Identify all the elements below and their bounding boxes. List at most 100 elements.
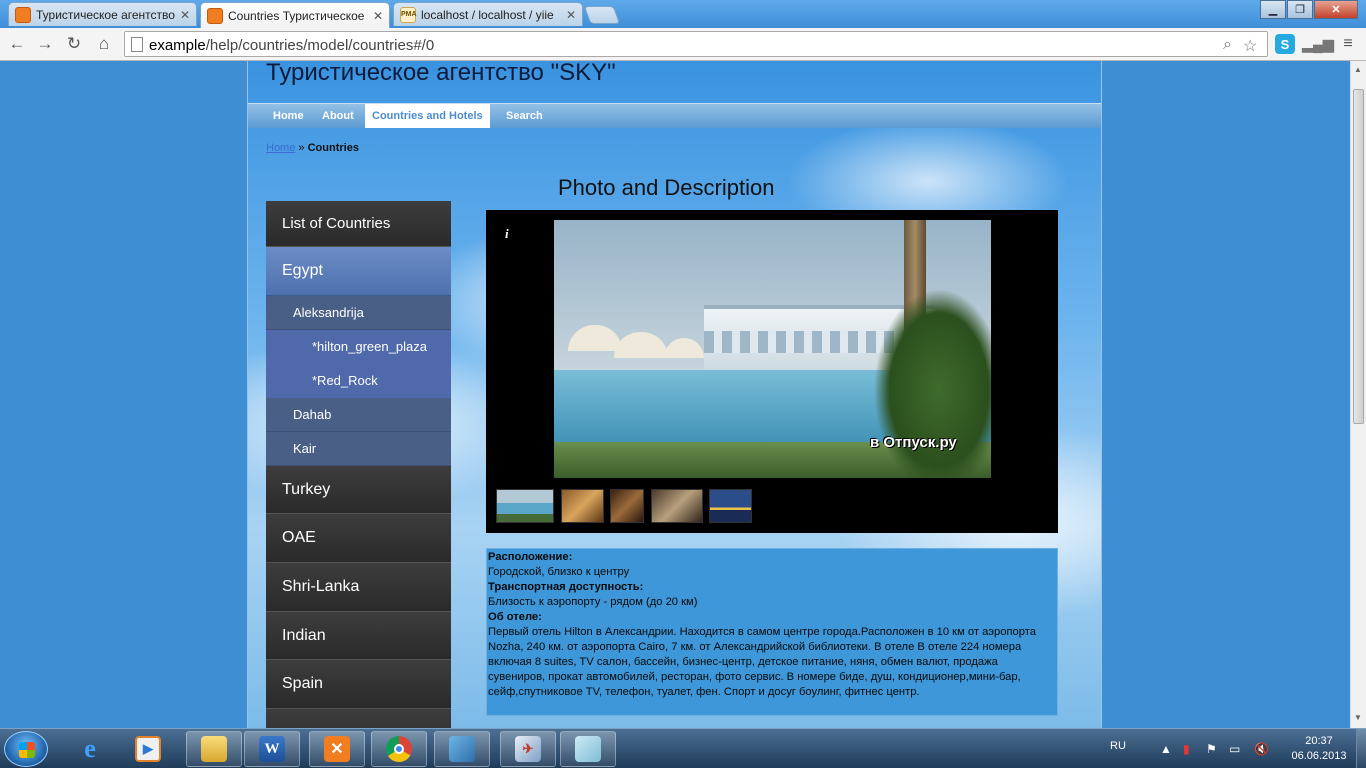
language-indicator[interactable]: RU (1110, 740, 1126, 752)
windows-logo-icon (19, 742, 35, 758)
power-icon[interactable]: ▭ (1229, 742, 1240, 756)
taskbar-chrome[interactable] (371, 731, 427, 767)
ie-icon: e (84, 734, 96, 763)
network-icon[interactable]: ▮ (1183, 742, 1190, 756)
sidebar-item-red-rock[interactable]: *Red_Rock (266, 363, 451, 398)
menu-icon[interactable]: ≡ (1338, 34, 1358, 54)
info-icon[interactable]: i (505, 226, 509, 242)
word-icon: W (259, 736, 285, 762)
gallery-thumbnail[interactable] (561, 489, 604, 523)
breadcrumb: Home » Countries (266, 142, 359, 154)
menu-home[interactable]: Home (266, 104, 311, 128)
hotel-label: Об отеле: (488, 611, 542, 623)
sidebar-item-kair[interactable]: Kair (266, 431, 451, 466)
photo-gallery: i в Отпуск.ру (486, 210, 1058, 533)
tab-phpmyadmin[interactable]: PMA localhost / localhost / yiie ✕ (393, 2, 583, 26)
sidebar-item-dahab[interactable]: Dahab (266, 397, 451, 432)
remote-icon: ✈ (515, 736, 541, 762)
taskbar: e ▶ W ✕ ✈ RU ▲ ▮ ⚑ ▭ 🔇 20:37 06.06.2013 (0, 728, 1366, 768)
tab-title: localhost / localhost / yiie (421, 7, 554, 22)
forward-icon[interactable]: → (34, 33, 56, 55)
taskbar-xampp[interactable]: ✕ (309, 731, 365, 767)
tab-title: Туристическое агентство (36, 7, 175, 22)
sidebar-item-oae[interactable]: OAE (266, 514, 451, 564)
scroll-up-icon[interactable]: ▲ (1354, 65, 1362, 74)
reload-icon[interactable]: ↻ (63, 33, 85, 55)
close-icon[interactable]: ✕ (566, 8, 576, 22)
transport-label: Транспортная доступность: (488, 581, 644, 593)
breadcrumb-home-link[interactable]: Home (266, 142, 295, 154)
close-icon[interactable]: ✕ (373, 9, 383, 23)
xampp-icon (207, 7, 223, 24)
menu-countries-and-hotels[interactable]: Countries and Hotels (365, 104, 490, 128)
site-container: Туристическое агентство "SKY" Home About… (247, 61, 1102, 728)
taskbar-app[interactable] (434, 731, 490, 767)
page-viewport: Туристическое агентство "SKY" Home About… (0, 61, 1350, 728)
taskbar-note[interactable] (560, 731, 616, 767)
show-hidden-icons-icon[interactable]: ▲ (1160, 742, 1172, 756)
tab-title: Countries Туристическое (228, 8, 365, 23)
sidebar-item-more[interactable] (266, 709, 451, 728)
sidebar-item-hilton-green-plaza[interactable]: *hilton_green_plaza (266, 329, 451, 364)
search-icon[interactable]: ⌕ (1223, 36, 1232, 54)
sidebar-item-aleksandrija[interactable]: Aleksandrija (266, 295, 451, 330)
volume-icon[interactable]: 🔇 (1254, 742, 1269, 756)
gallery-thumbnail[interactable] (496, 489, 554, 523)
clock-time: 20:37 (1305, 735, 1333, 747)
scroll-down-icon[interactable]: ▼ (1354, 713, 1362, 722)
sidebar-item-egypt[interactable]: Egypt (266, 247, 451, 296)
country-sidebar: List of Countries Egypt Aleksandrija *hi… (266, 201, 451, 728)
home-icon[interactable]: ⌂ (93, 33, 115, 55)
window-close-button[interactable]: ✕ (1314, 0, 1358, 19)
sidebar-item-indian[interactable]: Indian (266, 611, 451, 661)
taskbar-remote[interactable]: ✈ (500, 731, 556, 767)
sidebar-item-turkey[interactable]: Turkey (266, 465, 451, 515)
gallery-thumbnail[interactable] (709, 489, 752, 523)
close-icon[interactable]: ✕ (180, 8, 190, 22)
tab-countries[interactable]: Countries Туристическое ✕ (200, 2, 390, 28)
clock-date: 06.06.2013 (1291, 750, 1347, 762)
xampp-icon (15, 6, 31, 23)
menu-about[interactable]: About (315, 104, 361, 128)
minimize-button[interactable]: ▁ (1260, 0, 1286, 19)
menu-search[interactable]: Search (499, 104, 550, 128)
gallery-thumbnail[interactable] (651, 489, 703, 523)
hotel-value: Первый отель Hilton в Александрии. Наход… (488, 626, 1036, 698)
action-center-icon[interactable]: ⚑ (1206, 742, 1217, 756)
tab-tourist-agency[interactable]: Туристическое агентство ✕ (8, 2, 197, 26)
taskbar-explorer[interactable] (186, 731, 242, 767)
sidebar-item-spain[interactable]: Spain (266, 660, 451, 710)
scrollbar-thumb[interactable] (1353, 89, 1364, 424)
gallery-thumbnail[interactable] (610, 489, 644, 523)
taskbar-media[interactable]: ▶ (120, 731, 176, 767)
chrome-icon (386, 736, 412, 762)
back-icon[interactable]: ← (6, 33, 28, 55)
clock[interactable]: 20:37 06.06.2013 (1284, 734, 1354, 764)
sidebar-item-shri-lanka[interactable]: Shri-Lanka (266, 563, 451, 612)
taskbar-word[interactable]: W (244, 731, 300, 767)
site-title: Туристическое агентство "SKY" (266, 61, 616, 86)
page-icon (131, 37, 143, 52)
signal-icon[interactable]: ▂▄▆ (1302, 34, 1333, 54)
page-scrollbar[interactable]: ▲ ▼ (1350, 61, 1366, 728)
phpmyadmin-icon: PMA (400, 6, 417, 23)
hotel-main-photo[interactable]: в Отпуск.ру (554, 220, 991, 478)
location-value: Городской, близко к центру (488, 566, 630, 578)
skype-icon[interactable]: S (1275, 34, 1295, 54)
main-menu: Home About Countries and Hotels Search (248, 103, 1101, 128)
taskbar-ie[interactable]: e (62, 731, 118, 767)
url-text: example/help/countries/model/countries#/… (149, 37, 435, 54)
sidebar-header: List of Countries (266, 201, 451, 247)
maximize-button[interactable]: ❐ (1287, 0, 1313, 19)
location-label: Расположение: (488, 551, 573, 563)
browser-toolbar: ← → ↻ ⌂ example/help/countries/model/cou… (0, 28, 1366, 61)
new-tab-button[interactable] (583, 6, 621, 24)
show-desktop-button[interactable] (1356, 729, 1366, 768)
hotel-description: Расположение: Городской, близко к центру… (486, 548, 1058, 716)
start-button[interactable] (4, 731, 48, 767)
address-bar[interactable]: example/help/countries/model/countries#/… (124, 31, 1268, 57)
breadcrumb-separator: » (298, 142, 305, 154)
bookmark-star-icon[interactable]: ☆ (1243, 36, 1257, 56)
app-icon (449, 736, 475, 762)
transport-value: Близость к аэропорту - рядом (до 20 км) (488, 596, 698, 608)
